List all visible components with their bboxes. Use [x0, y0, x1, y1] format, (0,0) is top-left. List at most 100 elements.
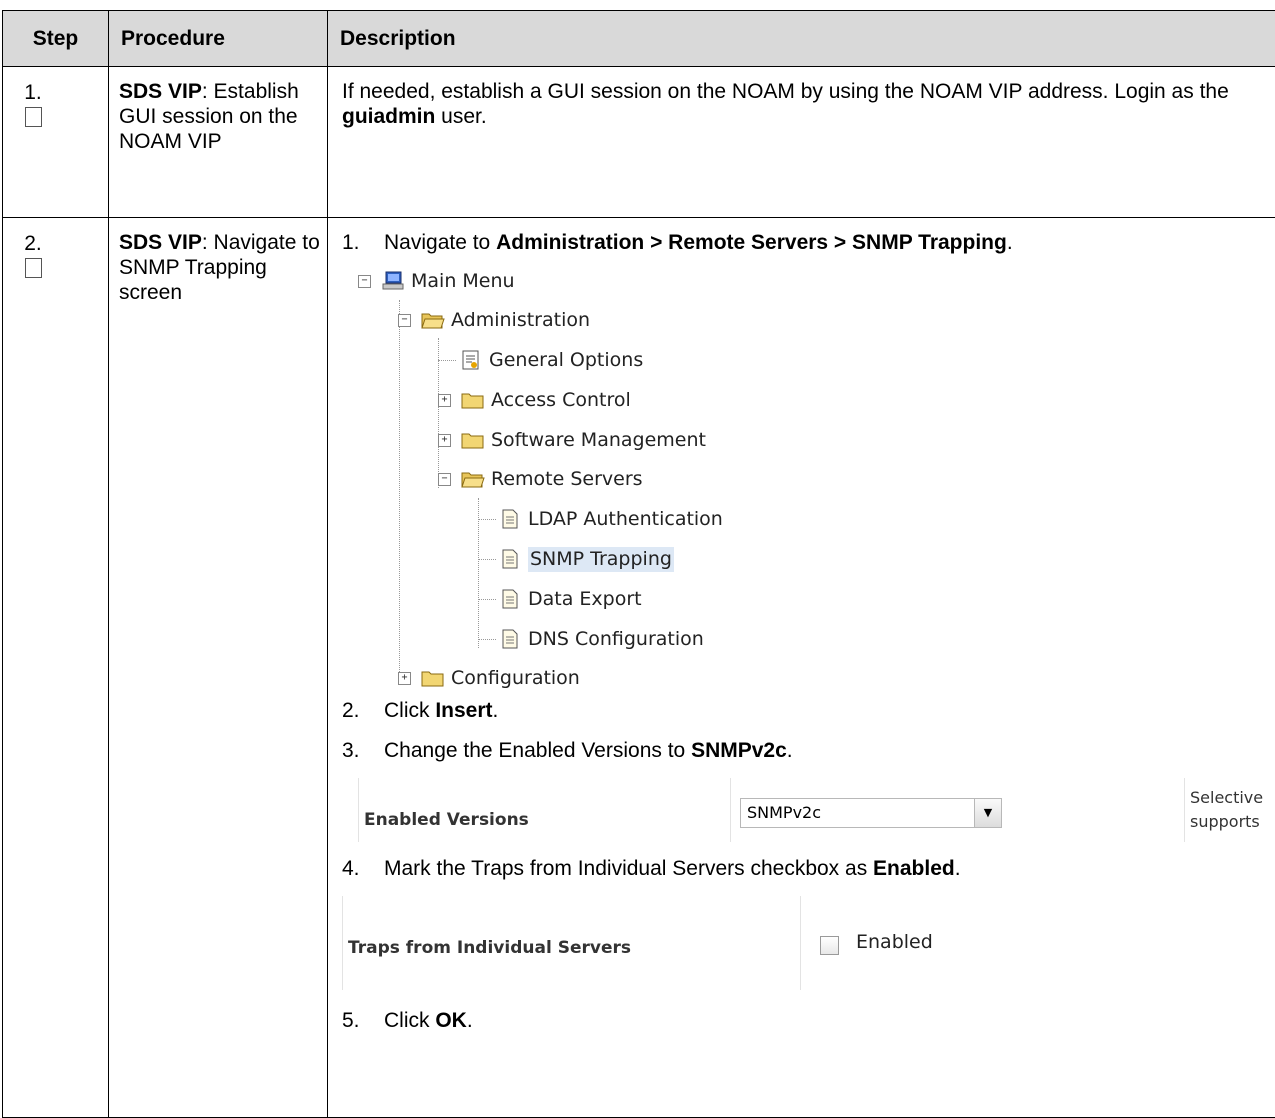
tree-node-general-options[interactable]: General Options — [459, 347, 643, 373]
header-description: Description — [328, 11, 1275, 67]
list-number: 2. — [342, 698, 384, 724]
step-checkbox[interactable] — [25, 107, 42, 127]
divider — [1184, 778, 1185, 842]
tree-node-ldap-authentication[interactable]: LDAP Authentication — [498, 506, 723, 532]
list-text-pre: Click — [384, 1009, 435, 1032]
list-item: 1. Navigate to Administration > Remote S… — [342, 230, 1268, 256]
header-step-label: Step — [33, 27, 79, 50]
page-icon — [498, 549, 522, 569]
tree-node-remote-servers[interactable]: − Remote Servers — [438, 466, 643, 492]
open-folder-icon — [461, 469, 485, 489]
list-number: 4. — [342, 856, 384, 882]
help-text: Selectivesupports — [1190, 786, 1263, 834]
tree-label: DNS Configuration — [528, 627, 704, 652]
list-text-bold: SNMPv2c — [691, 739, 787, 762]
list-item: 5. Click OK. — [342, 1008, 1268, 1034]
traps-label: Traps from Individual Servers — [348, 936, 631, 961]
tree-label: Configuration — [451, 666, 580, 691]
enabled-versions-label: Enabled Versions — [364, 808, 529, 833]
divider — [730, 778, 731, 842]
list-text-pre: Click — [384, 699, 435, 722]
tree-label: General Options — [489, 348, 643, 373]
table-row: 1. SDS VIP: Establish GUI session on the… — [3, 67, 1275, 218]
help-text-line: Selective — [1190, 786, 1263, 810]
header-procedure-label: Procedure — [109, 26, 327, 51]
header-step: Step — [3, 11, 109, 67]
list-text-pre: Change the Enabled Versions to — [384, 739, 691, 762]
tree-label: Main Menu — [411, 269, 515, 294]
tree-line — [478, 639, 496, 640]
list-text: Click Insert. — [384, 698, 498, 724]
procedure-bold: SDS VIP — [119, 231, 202, 254]
table-row: 2. SDS VIP: Navigate to SNMP Trapping sc… — [3, 218, 1275, 1118]
list-text-post: . — [955, 857, 961, 880]
list-item: 4. Mark the Traps from Individual Server… — [342, 856, 1268, 882]
list-number: 1. — [342, 230, 384, 256]
tree-node-data-export[interactable]: Data Export — [498, 586, 642, 612]
expand-icon[interactable]: + — [398, 672, 411, 685]
expand-icon[interactable]: + — [438, 434, 451, 447]
procedure-cell: SDS VIP: Navigate to SNMP Trapping scree… — [109, 218, 328, 1118]
tree-label: LDAP Authentication — [528, 507, 723, 532]
desc-bold: guiadmin — [342, 105, 435, 128]
list-text: Mark the Traps from Individual Servers c… — [384, 856, 961, 882]
tree-node-snmp-trapping[interactable]: SNMP Trapping — [498, 546, 674, 572]
computer-icon — [381, 271, 405, 291]
main-menu-tree: − Main Menu − — [342, 266, 1268, 688]
step-checkbox[interactable] — [25, 258, 42, 278]
page-icon — [498, 509, 522, 529]
collapse-icon[interactable]: − — [438, 473, 451, 486]
desc-pre: If needed, establish a GUI session on th… — [342, 80, 1229, 103]
procedure-table: Step Procedure Description 1. SDS VIP: E… — [2, 10, 1275, 1118]
page-icon — [498, 629, 522, 649]
tree-line — [438, 360, 456, 361]
collapse-icon[interactable]: − — [358, 275, 371, 288]
select-value: SNMPv2c — [747, 803, 821, 822]
desc-post: user. — [435, 105, 486, 128]
tree-node-main-menu[interactable]: − Main Menu — [358, 268, 515, 294]
tree-node-access-control[interactable]: + Access Control — [438, 387, 631, 413]
list-text-post: . — [467, 1009, 473, 1032]
expand-icon[interactable]: + — [438, 394, 451, 407]
divider — [358, 778, 359, 842]
description-text: If needed, establish a GUI session on th… — [328, 67, 1275, 129]
list-text-bold: Insert — [435, 699, 492, 722]
tree-line — [478, 599, 496, 600]
table-header-row: Step Procedure Description — [3, 11, 1275, 67]
tree-line — [478, 519, 496, 520]
list-text-bold: Administration > Remote Servers > SNMP T… — [496, 231, 1007, 254]
tree-node-software-management[interactable]: + Software Management — [438, 427, 706, 453]
list-text-post: . — [787, 739, 793, 762]
list-text-bold: Enabled — [873, 857, 955, 880]
procedure-document: Step Procedure Description 1. SDS VIP: E… — [0, 0, 1275, 1101]
folder-icon — [461, 390, 485, 410]
tree-node-dns-configuration[interactable]: DNS Configuration — [498, 626, 704, 652]
list-text-bold: OK — [435, 1009, 467, 1032]
help-text-line: supports — [1190, 810, 1263, 834]
description-cell: 1. Navigate to Administration > Remote S… — [328, 218, 1275, 1118]
divider — [800, 896, 801, 990]
tree-label: Software Management — [491, 428, 706, 453]
description-steps: 1. Navigate to Administration > Remote S… — [328, 218, 1275, 1034]
folder-icon — [421, 668, 445, 688]
tree-line — [478, 559, 496, 560]
divider — [342, 896, 343, 990]
tree-line — [478, 498, 479, 648]
description-cell: If needed, establish a GUI session on th… — [328, 67, 1275, 218]
page-icon — [498, 589, 522, 609]
tree-line — [399, 300, 400, 682]
tree-node-administration[interactable]: − Administration — [398, 307, 590, 333]
procedure-text: SDS VIP: Establish GUI session on the NO… — [109, 67, 327, 154]
tree-label: Administration — [451, 308, 590, 333]
step-number: 1. — [3, 67, 63, 105]
options-page-icon — [459, 350, 483, 370]
tree-node-configuration[interactable]: + Configuration — [398, 665, 580, 691]
list-text: Change the Enabled Versions to SNMPv2c. — [384, 738, 793, 764]
procedure-cell: SDS VIP: Establish GUI session on the NO… — [109, 67, 328, 218]
traps-enabled-checkbox[interactable] — [820, 936, 839, 955]
enabled-versions-select[interactable]: SNMPv2c ▼ — [740, 798, 1002, 828]
collapse-icon[interactable]: − — [398, 314, 411, 327]
dropdown-arrow-icon[interactable]: ▼ — [974, 799, 1001, 827]
step-cell: 2. — [3, 218, 109, 1118]
list-number: 3. — [342, 738, 384, 764]
